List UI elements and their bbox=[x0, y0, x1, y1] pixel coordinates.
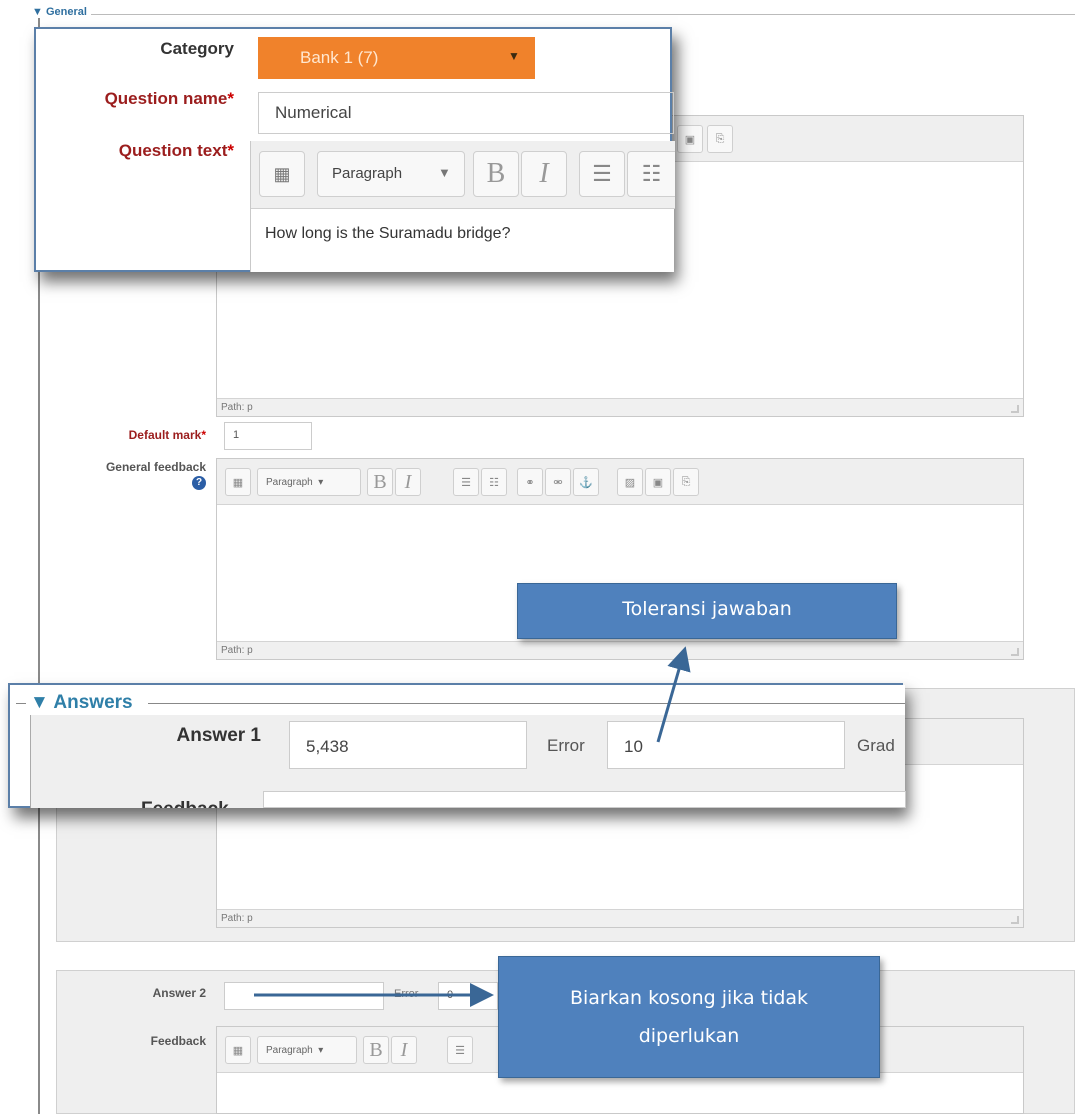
arrow-to-tolerance-callout bbox=[656, 646, 691, 743]
callout-tolerance: Toleransi jawaban bbox=[517, 583, 897, 639]
callout-leave-empty: Biarkan kosong jika tidak diperlukan bbox=[498, 956, 880, 1078]
annotation-arrows bbox=[254, 646, 691, 1007]
callout-leave-empty-line1: Biarkan kosong jika tidak bbox=[569, 987, 809, 1009]
callout-leave-empty-line2: diperlukan bbox=[638, 1025, 740, 1047]
